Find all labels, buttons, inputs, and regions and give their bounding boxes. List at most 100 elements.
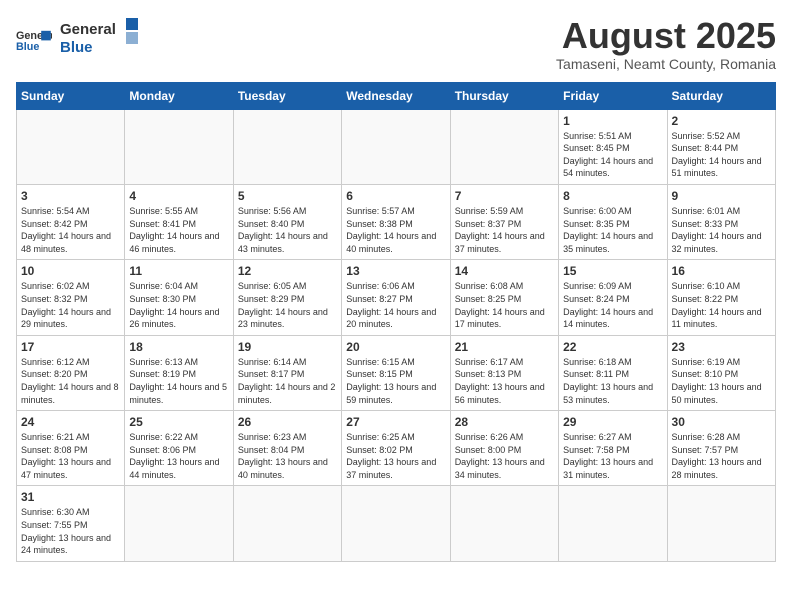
page-header: General Blue General Blue August 2025 Ta…: [16, 16, 776, 72]
calendar-cell: 23Sunrise: 6:19 AM Sunset: 8:10 PM Dayli…: [667, 335, 775, 410]
day-info: Sunrise: 5:59 AM Sunset: 8:37 PM Dayligh…: [455, 205, 554, 255]
calendar-cell: [450, 109, 558, 184]
day-number: 20: [346, 340, 445, 354]
calendar-week-2: 3Sunrise: 5:54 AM Sunset: 8:42 PM Daylig…: [17, 184, 776, 259]
calendar-cell: [559, 486, 667, 561]
day-info: Sunrise: 6:00 AM Sunset: 8:35 PM Dayligh…: [563, 205, 662, 255]
calendar-cell: [125, 109, 233, 184]
calendar-cell: 30 Sunrise: 6:28 AM Sunset: 7:57 PM Dayli…: [667, 411, 775, 486]
day-number: 13: [346, 264, 445, 278]
calendar-cell: 18 Sunrise: 6:13 AM Sunset: 8:19 PM Dayli…: [125, 335, 233, 410]
calendar-cell: 20 Sunrise: 6:15 AM Sunset: 8:15 PM Dayli…: [342, 335, 450, 410]
day-info: Sunrise: 6:09 AM Sunset: 8:24 PM Dayligh…: [563, 280, 662, 330]
day-info: Sunrise: 6:19 AM Sunset: 8:10 PM Dayligh…: [672, 356, 771, 406]
day-number: 19: [238, 340, 337, 354]
day-number: 10: [21, 264, 120, 278]
calendar-cell: [17, 109, 125, 184]
weekday-header-friday: Friday: [559, 82, 667, 109]
calendar-cell: 31 Sunrise: 6:30 AM Sunset: 7:55 PM Dayli…: [17, 486, 125, 561]
day-info: Sunrise: 6:02 AM Sunset: 8:32 PM Dayligh…: [21, 280, 120, 330]
day-number: 8: [563, 189, 662, 203]
day-info: Sunrise: 6:26 AM Sunset: 8:00 PM Dayligh…: [455, 431, 554, 481]
weekday-header-sunday: Sunday: [17, 82, 125, 109]
day-info: Sunrise: 6:28 AM Sunset: 7:57 PM Dayligh…: [672, 431, 771, 481]
svg-text:Blue: Blue: [16, 41, 39, 53]
svg-text:General: General: [60, 21, 116, 38]
calendar-week-1: 1 Sunrise: 5:51 AM Sunset: 8:45 PM Daylig…: [17, 109, 776, 184]
day-info: Sunrise: 5:52 AM Sunset: 8:44 PM Dayligh…: [672, 130, 771, 180]
day-info: Sunrise: 5:57 AM Sunset: 8:38 PM Dayligh…: [346, 205, 445, 255]
weekday-header-thursday: Thursday: [450, 82, 558, 109]
day-info: Sunrise: 6:22 AM Sunset: 8:06 PM Dayligh…: [129, 431, 228, 481]
calendar-week-6: 31 Sunrise: 6:30 AM Sunset: 7:55 PM Dayli…: [17, 486, 776, 561]
day-info: Sunrise: 5:55 AM Sunset: 8:41 PM Dayligh…: [129, 205, 228, 255]
calendar-cell: 10 Sunrise: 6:02 AM Sunset: 8:32 PM Dayli…: [17, 260, 125, 335]
day-number: 24: [21, 415, 120, 429]
day-number: 26: [238, 415, 337, 429]
day-info: Sunrise: 6:04 AM Sunset: 8:30 PM Dayligh…: [129, 280, 228, 330]
day-number: 18: [129, 340, 228, 354]
calendar-cell: 7 Sunrise: 5:59 AM Sunset: 8:37 PM Daylig…: [450, 184, 558, 259]
calendar-cell: 17 Sunrise: 6:12 AM Sunset: 8:20 PM Dayli…: [17, 335, 125, 410]
day-info: Sunrise: 6:25 AM Sunset: 8:02 PM Dayligh…: [346, 431, 445, 481]
calendar-week-4: 17 Sunrise: 6:12 AM Sunset: 8:20 PM Dayli…: [17, 335, 776, 410]
day-info: Sunrise: 6:21 AM Sunset: 8:08 PM Dayligh…: [21, 431, 120, 481]
calendar-cell: 26 Sunrise: 6:23 AM Sunset: 8:04 PM Dayli…: [233, 411, 341, 486]
day-info: Sunrise: 6:05 AM Sunset: 8:29 PM Dayligh…: [238, 280, 337, 330]
day-number: 28: [455, 415, 554, 429]
day-number: 3: [21, 189, 120, 203]
day-info: Sunrise: 6:23 AM Sunset: 8:04 PM Dayligh…: [238, 431, 337, 481]
day-info: Sunrise: 6:17 AM Sunset: 8:13 PM Dayligh…: [455, 356, 554, 406]
calendar-cell: 8 Sunrise: 6:00 AM Sunset: 8:35 PM Daylig…: [559, 184, 667, 259]
weekday-header-tuesday: Tuesday: [233, 82, 341, 109]
day-number: 22: [563, 340, 662, 354]
day-number: 4: [129, 189, 228, 203]
calendar-cell: 16Sunrise: 6:10 AM Sunset: 8:22 PM Dayli…: [667, 260, 775, 335]
calendar-cell: [450, 486, 558, 561]
day-info: Sunrise: 6:15 AM Sunset: 8:15 PM Dayligh…: [346, 356, 445, 406]
day-info: Sunrise: 6:14 AM Sunset: 8:17 PM Dayligh…: [238, 356, 337, 406]
day-number: 5: [238, 189, 337, 203]
day-number: 17: [21, 340, 120, 354]
day-number: 21: [455, 340, 554, 354]
calendar-cell: 25 Sunrise: 6:22 AM Sunset: 8:06 PM Dayli…: [125, 411, 233, 486]
calendar-week-5: 24 Sunrise: 6:21 AM Sunset: 8:08 PM Dayli…: [17, 411, 776, 486]
day-info: Sunrise: 6:08 AM Sunset: 8:25 PM Dayligh…: [455, 280, 554, 330]
weekday-header-monday: Monday: [125, 82, 233, 109]
calendar-week-3: 10 Sunrise: 6:02 AM Sunset: 8:32 PM Dayli…: [17, 260, 776, 335]
svg-text:Blue: Blue: [60, 39, 93, 56]
day-number: 31: [21, 490, 120, 504]
day-number: 27: [346, 415, 445, 429]
day-number: 14: [455, 264, 554, 278]
calendar-table: SundayMondayTuesdayWednesdayThursdayFrid…: [16, 82, 776, 562]
day-info: Sunrise: 6:27 AM Sunset: 7:58 PM Dayligh…: [563, 431, 662, 481]
calendar-cell: 2Sunrise: 5:52 AM Sunset: 8:44 PM Daylig…: [667, 109, 775, 184]
day-number: 30: [672, 415, 771, 429]
calendar-cell: 27 Sunrise: 6:25 AM Sunset: 8:02 PM Dayli…: [342, 411, 450, 486]
day-number: 25: [129, 415, 228, 429]
day-info: Sunrise: 6:10 AM Sunset: 8:22 PM Dayligh…: [672, 280, 771, 330]
day-info: Sunrise: 5:51 AM Sunset: 8:45 PM Dayligh…: [563, 130, 662, 180]
calendar-cell: 14 Sunrise: 6:08 AM Sunset: 8:25 PM Dayli…: [450, 260, 558, 335]
weekday-header-row: SundayMondayTuesdayWednesdayThursdayFrid…: [17, 82, 776, 109]
calendar-cell: 4 Sunrise: 5:55 AM Sunset: 8:41 PM Daylig…: [125, 184, 233, 259]
calendar-cell: 21 Sunrise: 6:17 AM Sunset: 8:13 PM Dayli…: [450, 335, 558, 410]
day-number: 7: [455, 189, 554, 203]
calendar-cell: [342, 109, 450, 184]
logo-icon: General Blue: [16, 23, 52, 59]
logo: General Blue General Blue: [16, 16, 140, 65]
day-info: Sunrise: 6:12 AM Sunset: 8:20 PM Dayligh…: [21, 356, 120, 406]
day-number: 29: [563, 415, 662, 429]
day-info: Sunrise: 6:30 AM Sunset: 7:55 PM Dayligh…: [21, 506, 120, 556]
day-number: 11: [129, 264, 228, 278]
calendar-cell: 9Sunrise: 6:01 AM Sunset: 8:33 PM Daylig…: [667, 184, 775, 259]
calendar-cell: 3Sunrise: 5:54 AM Sunset: 8:42 PM Daylig…: [17, 184, 125, 259]
calendar-cell: 28 Sunrise: 6:26 AM Sunset: 8:00 PM Dayli…: [450, 411, 558, 486]
day-info: Sunrise: 6:13 AM Sunset: 8:19 PM Dayligh…: [129, 356, 228, 406]
day-number: 1: [563, 114, 662, 128]
day-info: Sunrise: 6:18 AM Sunset: 8:11 PM Dayligh…: [563, 356, 662, 406]
weekday-header-wednesday: Wednesday: [342, 82, 450, 109]
calendar-cell: [667, 486, 775, 561]
weekday-header-saturday: Saturday: [667, 82, 775, 109]
calendar-cell: 19 Sunrise: 6:14 AM Sunset: 8:17 PM Dayli…: [233, 335, 341, 410]
